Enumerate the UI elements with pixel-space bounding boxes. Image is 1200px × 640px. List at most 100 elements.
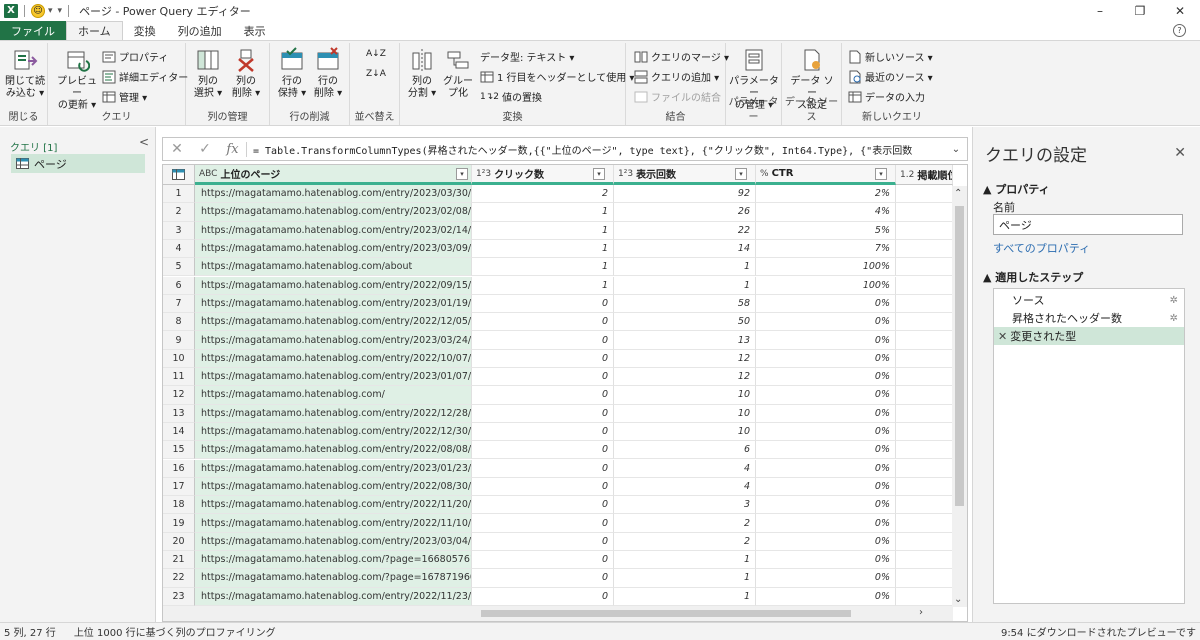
cell-position[interactable] (896, 404, 953, 423)
cell-top-page[interactable]: https://magatamamo.hatenablog.com/entry/… (195, 514, 472, 533)
cell-ctr[interactable]: 7% (756, 239, 896, 259)
horizontal-scrollbar[interactable]: › (163, 606, 953, 621)
cell-top-page[interactable]: https://magatamamo.hatenablog.com/entry/… (195, 185, 472, 204)
cell-impressions[interactable]: 58 (614, 294, 756, 314)
cell-position[interactable] (896, 496, 953, 515)
cell-impressions[interactable]: 26 (614, 203, 756, 222)
cell-position[interactable] (896, 313, 953, 332)
cell-impressions[interactable]: 1 (614, 569, 756, 588)
expand-formula-icon[interactable]: ⌄ (945, 144, 967, 155)
cell-position[interactable] (896, 276, 953, 295)
row-number[interactable]: 21 (163, 551, 195, 570)
table-row[interactable]: 18 https://magatamamo.hatenablog.com/entr… (163, 496, 953, 515)
cell-top-page[interactable]: https://magatamamo.hatenablog.com/entry/… (195, 496, 472, 515)
table-row[interactable]: 16 https://magatamamo.hatenablog.com/entr… (163, 459, 953, 478)
cell-top-page[interactable]: https://magatamamo.hatenablog.com/entry/… (195, 331, 472, 350)
table-row[interactable]: 9 https://magatamamo.hatenablog.com/entry… (163, 331, 953, 350)
sort-ascending-button[interactable]: A↓Z (366, 49, 386, 59)
cell-top-page[interactable]: https://magatamamo.hatenablog.com/entry/… (195, 459, 472, 478)
cell-ctr[interactable]: 2% (756, 185, 896, 204)
cell-top-page[interactable]: https://magatamamo.hatenablog.com/?page=… (195, 569, 472, 588)
close-window-button[interactable]: ✕ (1160, 0, 1200, 21)
cell-clicks[interactable]: 0 (472, 477, 614, 497)
cell-clicks[interactable]: 0 (472, 587, 614, 606)
table-row[interactable]: 12 https://magatamamo.hatenablog.com/0 10 0… (163, 386, 953, 405)
table-row[interactable]: 13 https://magatamamo.hatenablog.com/entr… (163, 404, 953, 423)
cell-position[interactable] (896, 203, 953, 222)
cell-ctr[interactable]: 4% (756, 203, 896, 222)
cell-top-page[interactable]: https://magatamamo.hatenablog.com/ (195, 386, 472, 405)
cell-position[interactable] (896, 459, 953, 478)
cell-clicks[interactable]: 0 (472, 514, 614, 533)
cell-impressions[interactable]: 50 (614, 313, 756, 332)
cell-impressions[interactable]: 2 (614, 532, 756, 551)
scroll-right-icon[interactable]: › (919, 607, 923, 618)
tab-file[interactable]: ファイル (0, 21, 66, 40)
row-number[interactable]: 6 (163, 276, 195, 295)
cell-top-page[interactable]: https://magatamamo.hatenablog.com/entry/… (195, 532, 472, 551)
cell-top-page[interactable]: https://magatamamo.hatenablog.com/?page=… (195, 551, 472, 570)
smiley-feedback-icon[interactable]: ☺ (31, 3, 45, 18)
split-column-button[interactable]: 列の 分割 ▾ (404, 47, 440, 100)
cell-ctr[interactable]: 0% (756, 587, 896, 606)
cell-ctr[interactable]: 100% (756, 258, 896, 277)
step-promoted-headers[interactable]: 昇格されたヘッダー数 ✲ (994, 309, 1184, 327)
cell-impressions[interactable]: 1 (614, 276, 756, 295)
cell-impressions[interactable]: 12 (614, 368, 756, 387)
row-number[interactable]: 8 (163, 313, 195, 332)
decimal-type-icon[interactable]: 1.2 (900, 170, 914, 180)
tab-add-column[interactable]: 列の追加 (167, 21, 233, 40)
cell-top-page[interactable]: https://magatamamo.hatenablog.com/entry/… (195, 441, 472, 460)
column-header-impressions[interactable]: 1²3 表示回数 ▾ (614, 165, 756, 185)
cell-ctr[interactable]: 5% (756, 221, 896, 240)
cell-clicks[interactable]: 0 (472, 551, 614, 570)
cell-impressions[interactable]: 4 (614, 477, 756, 497)
cell-ctr[interactable]: 0% (756, 459, 896, 478)
cell-ctr[interactable]: 0% (756, 532, 896, 551)
table-row[interactable]: 11 https://magatamamo.hatenablog.com/entr… (163, 368, 953, 387)
table-row[interactable]: 5 https://magatamamo.hatenablog.com/about… (163, 258, 953, 277)
cell-impressions[interactable]: 92 (614, 185, 756, 204)
tab-home[interactable]: ホーム (66, 21, 123, 40)
cell-ctr[interactable]: 0% (756, 313, 896, 332)
table-row[interactable]: 8 https://magatamamo.hatenablog.com/entry… (163, 313, 953, 332)
horizontal-scroll-thumb[interactable] (481, 610, 851, 617)
cell-top-page[interactable]: https://magatamamo.hatenablog.com/entry/… (195, 294, 472, 314)
cell-top-page[interactable]: https://magatamamo.hatenablog.com/entry/… (195, 349, 472, 368)
data-type-dropdown[interactable]: データ型: テキスト ▾ (480, 49, 574, 64)
cell-impressions[interactable]: 10 (614, 404, 756, 423)
row-number[interactable]: 20 (163, 532, 195, 551)
cell-top-page[interactable]: https://magatamamo.hatenablog.com/entry/… (195, 239, 472, 259)
use-first-row-as-headers-button[interactable]: 1 行目をヘッダーとして使用 ▾ (480, 69, 634, 84)
all-properties-link[interactable]: すべてのプロパティ (993, 240, 1090, 256)
tab-transform[interactable]: 変換 (123, 21, 167, 40)
choose-columns-button[interactable]: 列の 選択 ▾ (190, 47, 226, 100)
cell-clicks[interactable]: 2 (472, 185, 614, 204)
cell-position[interactable] (896, 477, 953, 497)
cell-impressions[interactable]: 1 (614, 551, 756, 570)
cell-clicks[interactable]: 0 (472, 349, 614, 368)
filter-dropdown-icon[interactable]: ▾ (456, 167, 468, 180)
cell-clicks[interactable]: 0 (472, 496, 614, 515)
cell-ctr[interactable]: 0% (756, 422, 896, 442)
row-number[interactable]: 4 (163, 239, 195, 259)
cell-clicks[interactable]: 0 (472, 386, 614, 405)
table-row[interactable]: 2 https://magatamamo.hatenablog.com/entry… (163, 203, 953, 222)
cell-position[interactable] (896, 185, 953, 204)
cell-position[interactable] (896, 551, 953, 570)
cell-position[interactable] (896, 221, 953, 240)
row-number[interactable]: 17 (163, 477, 195, 497)
minimize-button[interactable]: – (1080, 0, 1120, 21)
cell-position[interactable] (896, 331, 953, 350)
table-row[interactable]: 15 https://magatamamo.hatenablog.com/entr… (163, 441, 953, 460)
applied-steps-section-header[interactable]: ▲ 適用したステップ (983, 269, 1083, 285)
feedback-dropdown-icon[interactable]: ▾ (48, 6, 53, 16)
row-number[interactable]: 1 (163, 185, 195, 204)
remove-rows-button[interactable]: 行の 削除 ▾ (310, 47, 346, 100)
query-name-input[interactable]: ページ (993, 214, 1183, 235)
help-icon[interactable]: ? (1173, 24, 1186, 37)
cell-clicks[interactable]: 0 (472, 569, 614, 588)
query-item-page[interactable]: ページ (11, 154, 145, 173)
cell-clicks[interactable]: 1 (472, 221, 614, 240)
cell-clicks[interactable]: 0 (472, 404, 614, 423)
